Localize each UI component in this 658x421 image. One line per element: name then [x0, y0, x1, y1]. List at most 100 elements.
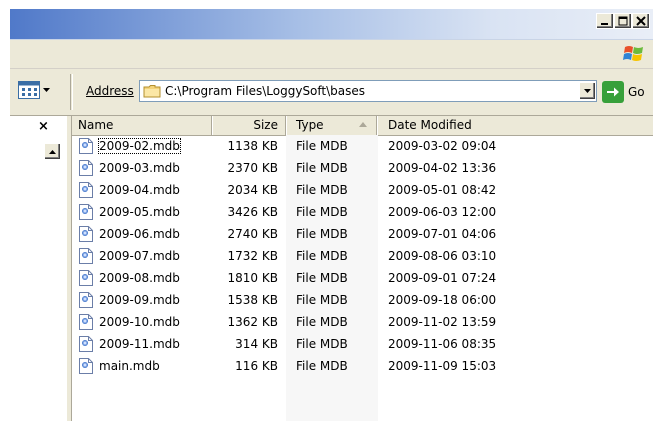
file-row[interactable]: 2009-05.mdb 3426 KB File MDB 2009-06-03 12:… [72, 202, 653, 224]
column-header-name[interactable]: Name [78, 116, 113, 135]
file-size: 2034 KB [227, 183, 278, 197]
folder-icon [143, 85, 161, 98]
mdb-file-icon [79, 292, 93, 308]
file-row[interactable]: 2009-09.mdb 1538 KB File MDB 2009-09-18 06:… [72, 290, 653, 312]
sort-ascending-icon [359, 122, 367, 127]
file-name[interactable]: 2009-02.mdb [98, 138, 181, 154]
file-row[interactable]: 2009-04.mdb 2034 KB File MDB 2009-05-01 08:… [72, 180, 653, 202]
address-label: Address [86, 84, 134, 98]
file-name[interactable]: 2009-11.mdb [99, 337, 180, 351]
file-row[interactable]: main.mdb 116 KB File MDB 2009-11-09 15:03 [72, 356, 653, 378]
maximize-button[interactable] [614, 13, 632, 29]
minimize-icon [601, 23, 608, 25]
windows-logo-icon [623, 46, 643, 61]
file-name[interactable]: 2009-06.mdb [99, 227, 180, 241]
title-bar[interactable] [10, 9, 653, 40]
file-type: File MDB [296, 249, 348, 263]
file-size: 2740 KB [227, 227, 278, 241]
mdb-file-icon [79, 314, 93, 330]
file-row[interactable]: 2009-10.mdb 1362 KB File MDB 2009-11-02 13:… [72, 312, 653, 334]
file-row[interactable]: 2009-03.mdb 2370 KB File MDB 2009-04-02 13:… [72, 158, 653, 180]
scroll-up-button[interactable] [44, 143, 61, 160]
file-date-modified: 2009-09-18 06:00 [388, 293, 497, 307]
mdb-file-icon [79, 270, 93, 286]
file-type: File MDB [296, 337, 348, 351]
go-label: Go [628, 85, 645, 99]
address-dropdown-button[interactable] [579, 82, 596, 100]
file-name[interactable]: 2009-05.mdb [99, 205, 180, 219]
file-size: 1538 KB [227, 293, 278, 307]
file-date-modified: 2009-07-01 04:06 [388, 227, 497, 241]
file-row[interactable]: 2009-11.mdb 314 KB File MDB 2009-11-06 08:3… [72, 334, 653, 356]
mdb-file-icon [79, 138, 93, 154]
column-divider[interactable] [285, 116, 287, 135]
close-button[interactable] [632, 13, 650, 29]
views-icon [18, 81, 40, 99]
file-date-modified: 2009-09-01 07:24 [388, 271, 497, 285]
file-name[interactable]: 2009-03.mdb [99, 161, 180, 175]
views-button[interactable] [15, 77, 59, 103]
file-row[interactable]: 2009-06.mdb 2740 KB File MDB 2009-07-01 04:… [72, 224, 653, 246]
file-size: 1732 KB [227, 249, 278, 263]
mdb-file-icon [79, 248, 93, 264]
file-date-modified: 2009-05-01 08:42 [388, 183, 497, 197]
toolbar-separator [70, 74, 73, 110]
file-name[interactable]: 2009-10.mdb [99, 315, 180, 329]
close-pane-button[interactable]: × [38, 119, 49, 134]
file-row[interactable]: 2009-07.mdb 1732 KB File MDB 2009-08-06 03:… [72, 246, 653, 268]
file-type: File MDB [296, 271, 348, 285]
go-button[interactable]: Go [602, 80, 652, 104]
column-header-date-modified[interactable]: Date Modified [388, 116, 472, 135]
file-name[interactable]: main.mdb [99, 359, 160, 373]
file-list[interactable]: 2009-02.mdb 1138 KB File MDB 2009-03-02 09:… [72, 136, 653, 378]
arrow-up-icon [49, 149, 56, 154]
maximize-icon [618, 16, 628, 26]
close-icon [636, 16, 646, 26]
file-size: 116 KB [235, 359, 278, 373]
file-date-modified: 2009-04-02 13:36 [388, 161, 497, 175]
go-arrow-icon [602, 81, 624, 103]
file-date-modified: 2009-11-06 08:35 [388, 337, 497, 351]
column-divider[interactable] [211, 116, 213, 135]
file-date-modified: 2009-11-09 15:03 [388, 359, 497, 373]
mdb-file-icon [79, 182, 93, 198]
file-name[interactable]: 2009-04.mdb [99, 183, 180, 197]
file-size: 1138 KB [227, 139, 278, 153]
file-size: 314 KB [235, 337, 278, 351]
column-divider[interactable] [376, 116, 378, 135]
mdb-file-icon [79, 160, 93, 176]
file-size: 2370 KB [227, 161, 278, 175]
mdb-file-icon [79, 336, 93, 352]
file-row[interactable]: 2009-02.mdb 1138 KB File MDB 2009-03-02 09:… [72, 136, 653, 158]
file-type: File MDB [296, 227, 348, 241]
mdb-file-icon [79, 204, 93, 220]
file-type: File MDB [296, 139, 348, 153]
file-name[interactable]: 2009-09.mdb [99, 293, 180, 307]
file-date-modified: 2009-03-02 09:04 [388, 139, 497, 153]
file-type: File MDB [296, 161, 348, 175]
file-date-modified: 2009-08-06 03:10 [388, 249, 497, 263]
minimize-button[interactable] [596, 13, 614, 29]
file-row[interactable]: 2009-08.mdb 1810 KB File MDB 2009-09-01 07:… [72, 268, 653, 290]
column-header-size[interactable]: Size [214, 116, 278, 135]
file-size: 1362 KB [227, 315, 278, 329]
column-header-type[interactable]: Type [296, 116, 324, 135]
left-pane [10, 116, 68, 421]
menu-bar [10, 40, 653, 69]
mdb-file-icon [79, 358, 93, 374]
chevron-down-icon [43, 88, 50, 92]
mdb-file-icon [79, 226, 93, 242]
address-path: C:\Program Files\LoggySoft\bases [165, 84, 366, 98]
file-type: File MDB [296, 359, 348, 373]
file-type: File MDB [296, 205, 348, 219]
file-date-modified: 2009-06-03 12:00 [388, 205, 497, 219]
file-name[interactable]: 2009-08.mdb [99, 271, 180, 285]
file-type: File MDB [296, 183, 348, 197]
file-name[interactable]: 2009-07.mdb [99, 249, 180, 263]
file-type: File MDB [296, 293, 348, 307]
file-date-modified: 2009-11-02 13:59 [388, 315, 497, 329]
file-size: 1810 KB [227, 271, 278, 285]
file-size: 3426 KB [227, 205, 278, 219]
chevron-down-icon [584, 89, 591, 93]
address-field[interactable]: C:\Program Files\LoggySoft\bases [139, 80, 597, 102]
